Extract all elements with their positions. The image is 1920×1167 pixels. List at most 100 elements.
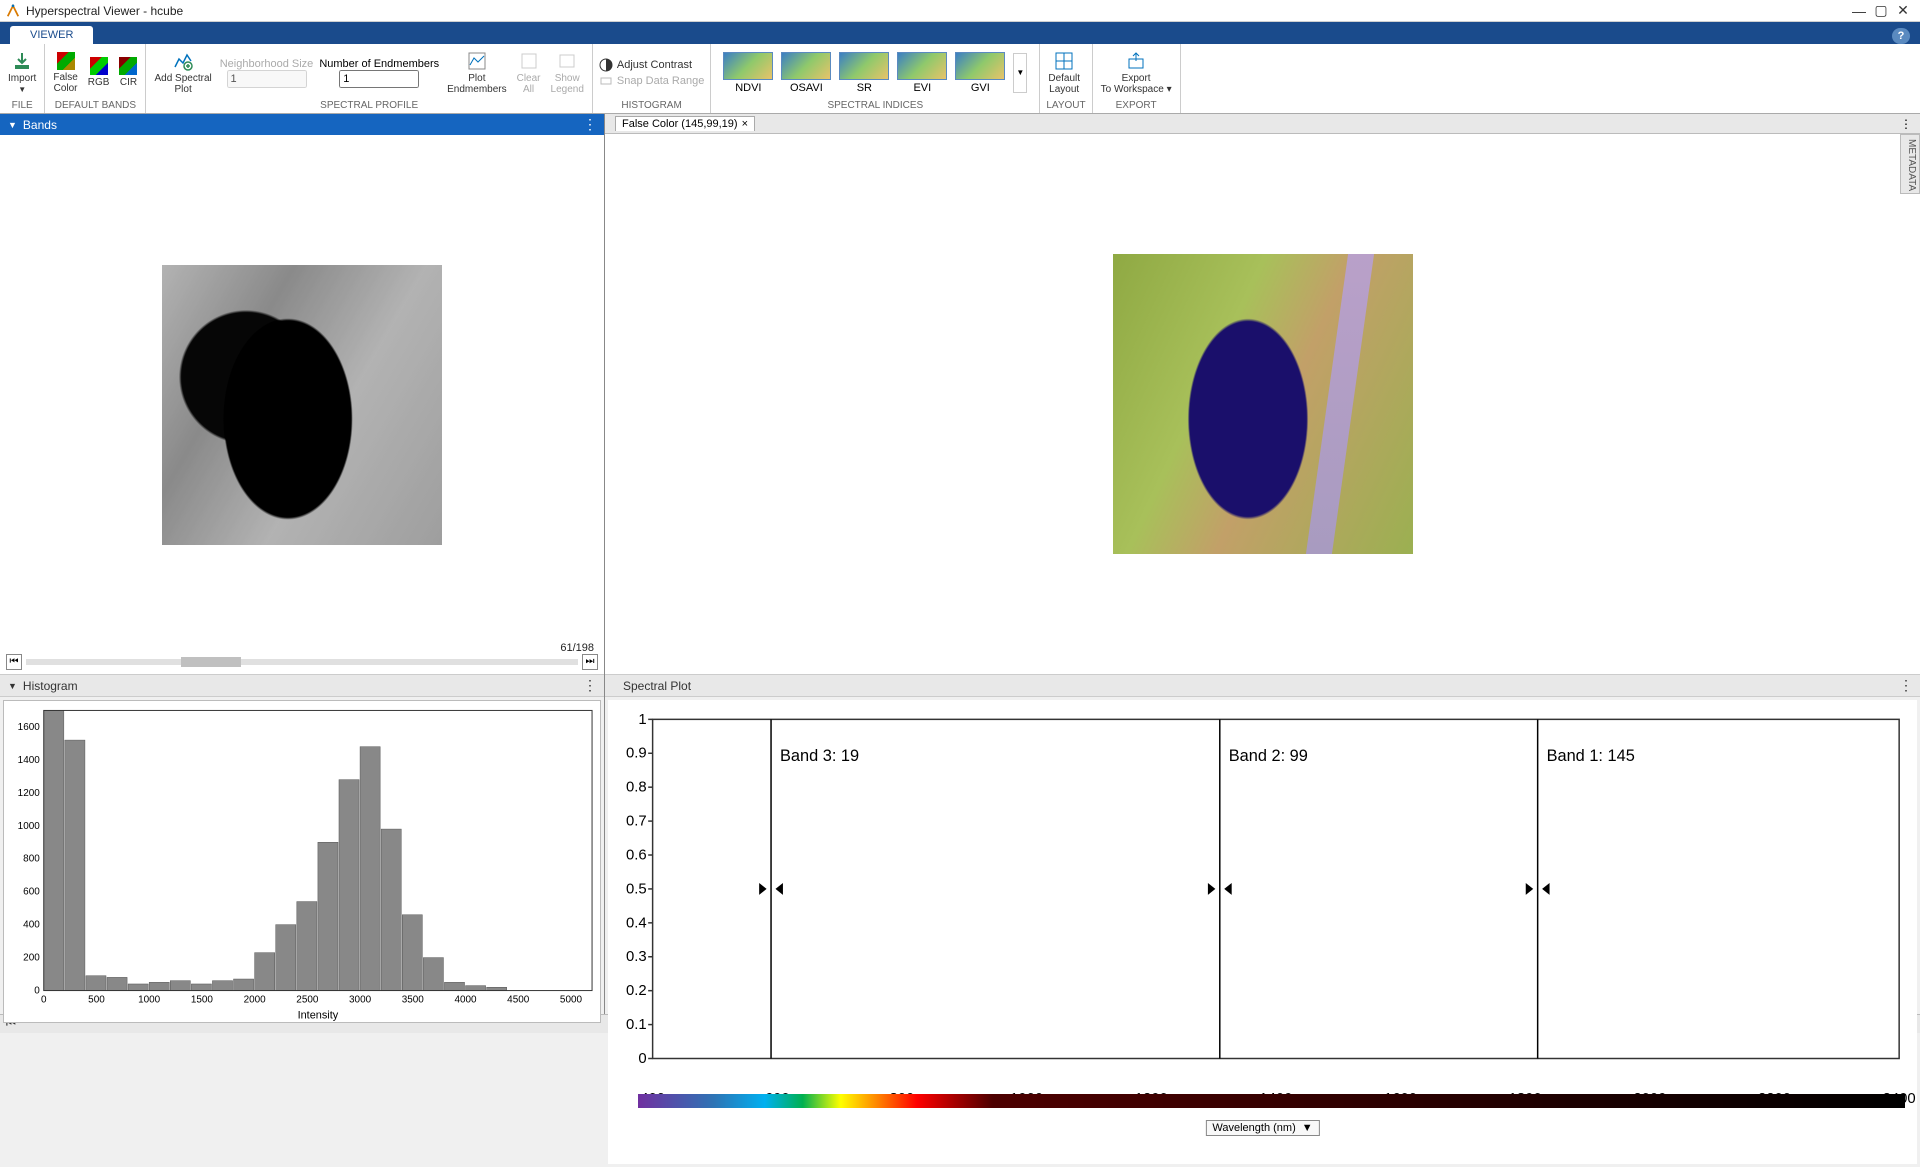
rgb-icon	[90, 57, 108, 75]
spectral-indices-gallery: NDVI OSAVI SR EVI GVI ▼	[717, 46, 1033, 99]
wavelength-selector[interactable]: Wavelength (nm)▼	[1205, 1120, 1319, 1136]
chevron-down-icon: ▼	[8, 120, 17, 130]
tab-false-color[interactable]: False Color (145,99,19)×	[615, 116, 755, 131]
group-label-file: FILE	[6, 99, 38, 111]
svg-text:1: 1	[638, 712, 646, 728]
svg-text:1600: 1600	[18, 722, 41, 733]
index-gvi[interactable]: GVI	[955, 52, 1005, 94]
group-label-histogram: HISTOGRAM	[599, 99, 704, 111]
contrast-icon	[599, 58, 613, 72]
svg-text:400: 400	[23, 920, 40, 931]
svg-text:0.4: 0.4	[626, 915, 647, 931]
index-sr[interactable]: SR	[839, 52, 889, 94]
maximize-button[interactable]: ▢	[1870, 2, 1892, 19]
next-band-button[interactable]: ⏭	[582, 654, 598, 670]
neighborhood-size-input	[227, 70, 307, 88]
num-endmembers-input[interactable]	[339, 70, 419, 88]
svg-text:5000: 5000	[560, 994, 583, 1005]
bands-image-view[interactable]: 61/198 ⏮ ⏭	[0, 135, 604, 674]
panel-menu-icon[interactable]: ⋮	[1900, 117, 1912, 131]
add-plot-icon	[173, 51, 193, 71]
panel-menu-icon[interactable]: ⋮	[583, 677, 596, 694]
app-tabstrip: VIEWER ?	[0, 22, 1920, 44]
spectral-plot-chart: 00.10.20.30.40.50.60.70.80.9140060080010…	[608, 700, 1917, 1164]
svg-text:0.1: 0.1	[626, 1017, 647, 1033]
panel-menu-icon[interactable]: ⋮	[1899, 677, 1912, 694]
index-evi[interactable]: EVI	[897, 52, 947, 94]
svg-text:0.9: 0.9	[626, 746, 647, 762]
cir-icon	[119, 57, 137, 75]
svg-text:0.5: 0.5	[626, 881, 647, 897]
svg-text:Intensity: Intensity	[298, 1009, 339, 1021]
svg-text:0.6: 0.6	[626, 847, 647, 863]
adjust-contrast-button[interactable]: Adjust Contrast	[599, 58, 704, 72]
svg-text:0.3: 0.3	[626, 949, 647, 965]
default-layout-button[interactable]: DefaultLayout	[1046, 51, 1082, 95]
svg-text:2000: 2000	[244, 994, 267, 1005]
svg-text:0: 0	[34, 986, 40, 997]
band-counter: 61/198	[560, 642, 594, 654]
clear-all-button: ClearAll	[515, 51, 543, 95]
plot-endmembers-button[interactable]: PlotEndmembers	[445, 51, 508, 95]
clear-icon	[519, 51, 539, 71]
svg-text:1000: 1000	[138, 994, 161, 1005]
num-endmembers-field[interactable]: Number of Endmembers	[319, 58, 439, 88]
prev-band-button[interactable]: ⏮	[6, 654, 22, 670]
chevron-down-icon: ▼	[1302, 1122, 1313, 1134]
export-button[interactable]: ExportTo Workspace ▾	[1099, 51, 1174, 95]
histogram-chart: 0200400600800100012001400160005001000150…	[3, 700, 601, 1023]
legend-icon	[557, 51, 577, 71]
svg-text:1500: 1500	[191, 994, 214, 1005]
svg-text:200: 200	[23, 953, 40, 964]
neighborhood-size-field: Neighborhood Size	[220, 58, 314, 88]
metadata-sidebar-tab[interactable]: METADATA	[1900, 134, 1920, 194]
svg-text:0.7: 0.7	[626, 814, 647, 830]
app-icon	[6, 4, 20, 18]
group-label-defaultbands: DEFAULT BANDS	[51, 99, 139, 111]
svg-text:Band 1: 145: Band 1: 145	[1547, 747, 1635, 765]
rgb-button[interactable]: RGB	[86, 57, 112, 88]
svg-text:0: 0	[41, 994, 47, 1005]
chevron-down-icon: ▼	[18, 86, 26, 95]
index-osavi[interactable]: OSAVI	[781, 52, 831, 94]
import-button[interactable]: Import▼	[6, 51, 38, 95]
show-legend-button: ShowLegend	[549, 51, 586, 95]
indices-more-button[interactable]: ▼	[1013, 53, 1027, 93]
minimize-button[interactable]: —	[1848, 3, 1870, 19]
group-label-export: EXPORT	[1099, 99, 1174, 111]
close-tab-button[interactable]: ×	[742, 118, 748, 130]
false-color-view[interactable]: METADATA	[605, 134, 1920, 674]
titlebar: Hyperspectral Viewer - hcube — ▢ ✕	[0, 0, 1920, 22]
svg-text:4500: 4500	[507, 994, 530, 1005]
false-color-button[interactable]: FalseColor	[51, 52, 79, 94]
svg-text:0.8: 0.8	[626, 780, 647, 796]
svg-text:500: 500	[88, 994, 105, 1005]
false-color-icon	[57, 52, 75, 70]
svg-text:600: 600	[23, 887, 40, 898]
svg-text:1000: 1000	[18, 821, 41, 832]
cir-button[interactable]: CIR	[117, 57, 139, 88]
spectral-plot-header[interactable]: Spectral Plot⋮	[605, 674, 1920, 697]
histogram-panel-header[interactable]: ▼Histogram⋮	[0, 674, 604, 697]
index-ndvi[interactable]: NDVI	[723, 52, 773, 94]
panel-menu-icon[interactable]: ⋮	[583, 116, 596, 133]
layout-icon	[1054, 51, 1074, 71]
close-button[interactable]: ✕	[1892, 2, 1914, 19]
toolstrip: Import▼ FILE FalseColor RGB CIR DEFAULT …	[0, 44, 1920, 114]
snap-icon	[599, 74, 613, 88]
false-color-image	[1113, 254, 1413, 554]
add-spectral-plot-button[interactable]: Add SpectralPlot	[152, 51, 213, 95]
tab-viewer[interactable]: VIEWER	[10, 26, 93, 44]
export-icon	[1126, 51, 1146, 71]
band-scrubber[interactable]	[26, 659, 578, 665]
window-title: Hyperspectral Viewer - hcube	[26, 4, 1848, 18]
svg-text:3000: 3000	[349, 994, 372, 1005]
svg-text:800: 800	[23, 854, 40, 865]
help-button[interactable]: ?	[1892, 28, 1910, 44]
bands-panel-header[interactable]: ▼Bands⋮	[0, 114, 604, 135]
import-icon	[12, 51, 32, 71]
svg-text:3500: 3500	[402, 994, 425, 1005]
svg-text:Band 3: 19: Band 3: 19	[780, 747, 859, 765]
svg-text:1200: 1200	[18, 788, 41, 799]
svg-text:Band 2: 99: Band 2: 99	[1229, 747, 1308, 765]
